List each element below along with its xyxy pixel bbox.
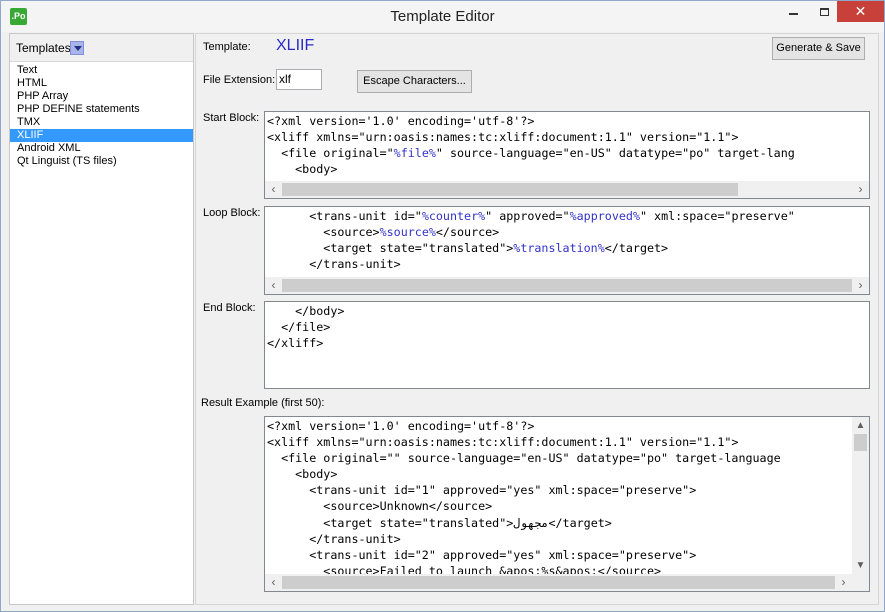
start-block-code: <?xml version='1.0' encoding='utf-8'?> <x… [267,113,795,177]
start-block-label: Start Block: [203,112,260,124]
scroll-thumb[interactable] [282,183,738,196]
code-line: <xliff xmlns="urn:oasis:names:tc:xliff:d… [267,130,739,145]
code-line: <source>%source%</source> [267,225,500,240]
template-name: XLIIF [276,37,315,54]
code-line: <xliff xmlns="urn:oasis:names:tc:xliff:d… [267,435,739,450]
templates-pane: Templates Text HTML PHP Array PHP DEFINE st… [9,33,194,605]
start-block-editor[interactable]: <?xml version='1.0' encoding='utf-8'?> <x… [264,111,870,199]
result-vscrollbar[interactable]: ▲ ▼ [852,417,869,574]
loop-block-hscrollbar[interactable]: ‹ › [265,277,869,294]
code-line: </trans-unit> [267,531,401,546]
scrollbar-corner [852,574,869,591]
end-block-label: End Block: [203,302,256,314]
scroll-right-icon[interactable]: › [852,181,869,198]
template-item[interactable]: TMX [10,116,193,129]
result-example-editor[interactable]: <?xml version='1.0' encoding='utf-8'?> <x… [264,416,870,592]
template-editor-window: .Po Template Editor ✕ Templates Text HTML… [0,0,885,612]
file-extension-label: File Extension: [203,74,276,86]
minimize-button[interactable] [776,1,811,22]
close-icon: ✕ [854,3,867,19]
code-line: <body> [267,467,338,482]
scroll-thumb[interactable] [282,279,852,292]
templates-list: Text HTML PHP Array PHP DEFINE statements TM… [10,64,193,168]
minimize-icon [789,12,798,15]
code-line: <source>Unknown</source> [267,499,493,514]
file-extension-input[interactable]: xlf [276,69,322,90]
result-example-code: <?xml version='1.0' encoding='utf-8'?> <x… [267,418,781,579]
scroll-left-icon[interactable]: ‹ [265,574,282,591]
title-bar[interactable]: .Po Template Editor ✕ [1,1,884,32]
code-line: </file> [267,320,331,335]
code-line: <body> [267,162,338,177]
code-line: <file original="%file%" source-language=… [267,146,795,161]
scroll-thumb[interactable] [282,576,835,589]
code-line: </body> [267,304,345,318]
chevron-down-icon[interactable] [70,41,84,55]
templates-label: Templates [16,41,71,55]
template-item[interactable]: XLIIF [10,129,193,142]
escape-characters-button[interactable]: Escape Characters... [357,70,472,93]
template-item[interactable]: Qt Linguist (TS files) [10,155,193,168]
loop-block-code: <trans-unit id="%counter%" approved="%ap… [267,208,795,272]
end-block-code: </body> </file> </xliff> [267,303,344,351]
close-button[interactable]: ✕ [837,1,884,22]
scroll-up-icon[interactable]: ▲ [852,417,869,434]
editor-pane: Template: XLIIF Generate & Save File Ext… [195,33,879,605]
scroll-left-icon[interactable]: ‹ [265,277,282,294]
code-line: <file original="" source-language="en-US… [267,451,781,466]
code-line: </trans-unit> [267,257,401,272]
result-example-label: Result Example (first 50): [201,397,325,409]
code-line: <target state="translated">%translation%… [267,241,669,256]
template-item[interactable]: Text [10,64,193,77]
result-hscrollbar[interactable]: ‹ › [265,574,852,591]
templates-header: Templates [10,34,193,62]
code-line: <trans-unit id="2" approved="yes" xml:sp… [267,547,697,562]
loop-block-label: Loop Block: [203,207,261,219]
code-line: <?xml version='1.0' encoding='utf-8'?> [267,419,535,433]
maximize-icon [819,7,829,16]
template-item[interactable]: PHP DEFINE statements [10,103,193,116]
generate-save-button[interactable]: Generate & Save [772,37,865,60]
scroll-right-icon[interactable]: › [835,574,852,591]
scroll-thumb[interactable] [854,434,867,451]
scroll-right-icon[interactable]: › [852,277,869,294]
template-item[interactable]: PHP Array [10,90,193,103]
code-line: <target state="translated">مجهول</target… [267,515,612,530]
code-line: <trans-unit id="1" approved="yes" xml:sp… [267,483,697,498]
template-label: Template: [203,41,251,53]
scroll-left-icon[interactable]: ‹ [265,181,282,198]
window-title: Template Editor [390,8,495,25]
loop-block-editor[interactable]: <trans-unit id="%counter%" approved="%ap… [264,206,870,295]
code-line: <?xml version='1.0' encoding='utf-8'?> [267,114,535,128]
code-line: <trans-unit id="%counter%" approved="%ap… [267,209,795,223]
scroll-down-icon[interactable]: ▼ [852,557,869,574]
code-line: </xliff> [267,336,324,351]
template-item[interactable]: HTML [10,77,193,90]
start-block-hscrollbar[interactable]: ‹ › [265,181,869,198]
end-block-editor[interactable]: </body> </file> </xliff> [264,301,870,389]
maximize-button[interactable] [811,1,837,22]
template-item[interactable]: Android XML [10,142,193,155]
